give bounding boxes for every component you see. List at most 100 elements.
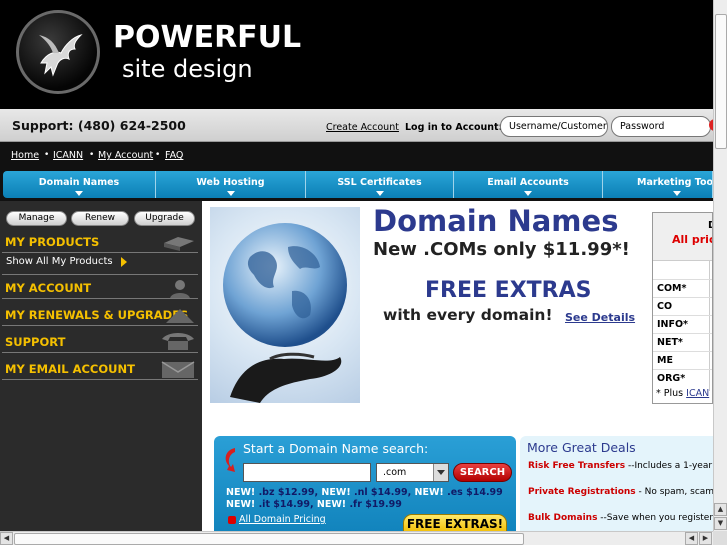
free-extras-heading: FREE EXTRAS [425, 278, 592, 303]
username-input[interactable]: Username/Customer # [500, 116, 608, 137]
table-divider [653, 369, 712, 370]
offer-it[interactable]: .it $14.99, [259, 499, 314, 510]
tab-domain-names[interactable]: Domain Names [3, 171, 156, 198]
chevron-down-icon [375, 191, 384, 196]
domain-search-button[interactable]: SEARCH [453, 463, 512, 482]
password-input[interactable]: Password [611, 116, 711, 137]
promo-subhead: New .COMs only $11.99*! [373, 239, 630, 260]
renew-button[interactable]: Renew [71, 211, 129, 226]
brand-subtitle: site design [122, 55, 253, 83]
scroll-down-arrow-icon[interactable]: ▼ [714, 517, 727, 530]
tld-net: NET* [657, 337, 683, 348]
domain-search-input[interactable] [243, 463, 371, 482]
sidebar-item-support[interactable]: SUPPORT [5, 335, 65, 349]
tld-offers-line-2: NEW! .it $14.99, NEW! .fr $19.99 [226, 499, 402, 510]
scroll-left-arrow-icon[interactable]: ◀ [0, 532, 13, 545]
promo-headline: Domain Names [373, 204, 619, 238]
red-swirl-arrow-icon [225, 448, 235, 472]
sidebar-item-my-account[interactable]: MY ACCOUNT [5, 281, 91, 295]
chevron-down-icon [75, 191, 83, 196]
offer-nl[interactable]: .nl $14.99, [354, 487, 411, 498]
offer-fr[interactable]: .fr $19.99 [349, 499, 401, 510]
support-phone: Support: (480) 624-2500 [12, 118, 186, 133]
tld-org: ORG* [657, 373, 686, 384]
horizontal-scrollbar[interactable]: ◀ ◀ ▶ [0, 531, 713, 545]
deal-private-registrations[interactable]: Private Registrations - No spam, scam [528, 487, 713, 497]
deal-bulk-domains[interactable]: Bulk Domains --Save when you register [528, 513, 713, 523]
icann-link[interactable]: ICANN [53, 150, 83, 161]
table-divider [653, 333, 712, 334]
user-icon [170, 280, 190, 299]
sidebar-divider [2, 325, 198, 326]
deal-desc: --Save when you register [597, 513, 713, 523]
pegasus-logo-icon[interactable] [16, 10, 100, 94]
account-sidebar: Manage Renew Upgrade MY PRODUCTS Show Al… [0, 201, 202, 531]
chevron-down-icon [673, 191, 681, 196]
table-divider [653, 351, 712, 352]
chevron-down-icon [226, 191, 235, 196]
domain-search-panel: Start a Domain Name search: .com SEARCH … [214, 436, 516, 534]
tld-me: ME [657, 355, 673, 366]
new-label: NEW! [414, 487, 444, 498]
main-nav-tabs: Domain Names Web Hosting SSL Certificate… [0, 168, 713, 201]
tab-marketing-tools[interactable]: Marketing Tools [603, 171, 713, 198]
deal-risk-free-transfers[interactable]: Risk Free Transfers --Includes a 1-year [528, 461, 712, 471]
chevron-down-icon[interactable] [433, 464, 448, 481]
vertical-scroll-thumb[interactable] [715, 14, 727, 149]
deal-name[interactable]: Risk Free Transfers [528, 461, 625, 471]
manage-button[interactable]: Manage [6, 211, 67, 226]
more-deals-panel: More Great Deals Risk Free Transfers --I… [520, 436, 713, 531]
tab-web-hosting[interactable]: Web Hosting [156, 171, 306, 198]
upgrade-button[interactable]: Upgrade [134, 211, 195, 226]
site-header: POWERFUL site design [0, 0, 713, 109]
table-divider [709, 261, 710, 391]
envelope-icon [161, 361, 195, 378]
create-account-link[interactable]: Create Account [326, 122, 399, 133]
sidebar-item-my-products[interactable]: MY PRODUCTS [5, 235, 99, 249]
deal-desc: --Includes a 1-year [625, 461, 713, 471]
faq-link[interactable]: FAQ [165, 150, 183, 161]
tab-label: Domain Names [38, 177, 120, 188]
new-label: NEW! [226, 487, 256, 498]
tab-ssl-certificates[interactable]: SSL Certificates [306, 171, 454, 198]
link-separator: • [155, 150, 161, 160]
globe-in-hand-image [210, 207, 360, 403]
see-details-link[interactable]: See Details [565, 311, 635, 324]
table-divider [653, 315, 712, 316]
tab-label: Web Hosting [196, 177, 265, 188]
bullet-icon [228, 516, 236, 524]
deal-name[interactable]: Bulk Domains [528, 513, 597, 523]
sidebar-item-my-email-account[interactable]: MY EMAIL ACCOUNT [5, 362, 135, 376]
tld-selected-value: .com [383, 467, 407, 478]
scroll-right-arrow-icon[interactable]: ▶ [699, 532, 712, 545]
tld-info: INFO* [657, 319, 689, 330]
vertical-scrollbar[interactable]: ▲ ▼ [713, 0, 727, 531]
tab-label: Email Accounts [487, 177, 569, 188]
my-account-link[interactable]: My Account [98, 150, 153, 161]
icann-fee-link[interactable]: ICAN [686, 388, 709, 399]
table-divider [653, 279, 712, 280]
link-separator: • [44, 150, 50, 160]
phone-icon [162, 333, 194, 350]
tld-offers-line-1: NEW! .bz $12.99, NEW! .nl $14.99, NEW! .… [226, 487, 503, 498]
free-extras-subheading: with every domain! [383, 306, 553, 324]
offer-bz[interactable]: .bz $12.99, [259, 487, 319, 498]
login-label: Log in to Account: [405, 122, 503, 133]
show-all-products-link[interactable]: Show All My Products [6, 256, 113, 267]
scroll-left-arrow-icon[interactable]: ◀ [685, 532, 698, 545]
tld-select[interactable]: .com [376, 463, 449, 482]
deal-name[interactable]: Private Registrations [528, 487, 636, 497]
table-divider [653, 297, 712, 298]
scroll-up-arrow-icon[interactable]: ▲ [714, 503, 727, 516]
all-prices-text: All pric [672, 233, 713, 246]
tab-label: Marketing Tools [637, 177, 713, 188]
home-link[interactable]: Home [11, 150, 39, 161]
horizontal-scroll-thumb[interactable] [14, 533, 524, 545]
new-label: NEW! [316, 499, 347, 510]
tab-label: SSL Certificates [337, 177, 422, 188]
offer-es[interactable]: .es $14.99 [447, 487, 503, 498]
all-domain-pricing-link[interactable]: All Domain Pricing [239, 514, 326, 525]
deal-desc: - No spam, scam [635, 487, 713, 497]
tab-email-accounts[interactable]: Email Accounts [454, 171, 603, 198]
new-label: NEW! [226, 499, 256, 510]
